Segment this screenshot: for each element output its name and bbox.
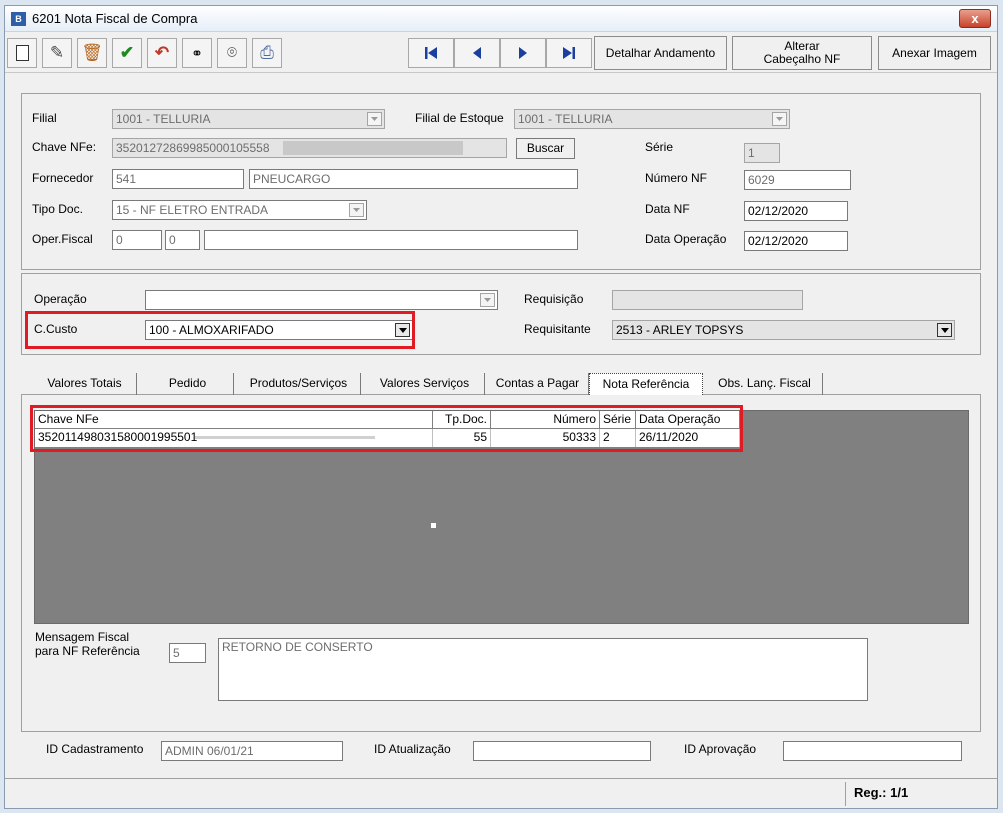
- next-record-button[interactable]: [500, 38, 546, 68]
- chave-nfe-value: 35201272869985000105558: [116, 141, 270, 155]
- delete-button[interactable]: 🗑: [77, 38, 107, 68]
- printer-icon: ⎙: [260, 43, 274, 62]
- close-button[interactable]: x: [959, 9, 991, 28]
- tab-pedido[interactable]: Pedido: [142, 373, 234, 395]
- new-document-icon: [15, 45, 29, 61]
- mensagem-label-line1: Mensagem Fiscal: [35, 630, 130, 644]
- tab-produtos-servicos[interactable]: Produtos/Serviços: [237, 373, 361, 395]
- filial-estoque-combo[interactable]: 1001 - TELLURIA: [514, 109, 790, 129]
- oper-fiscal-description-field[interactable]: [204, 230, 578, 250]
- mensagem-label-line2: para NF Referência: [35, 644, 140, 658]
- chevron-down-icon[interactable]: [480, 293, 495, 307]
- search-button[interactable]: ⚭: [182, 38, 212, 68]
- undo-arrow-icon: ↶: [154, 43, 170, 62]
- funnel-icon: ⌾: [226, 43, 238, 62]
- chevron-down-icon[interactable]: [367, 112, 382, 126]
- toolbar: ✎ 🗑 ✔ ↶ ⚭ ⌾ ⎙ Detalhar Andamento Alterar…: [5, 33, 997, 73]
- numero-nf-label: Número NF: [645, 171, 708, 185]
- chave-nfe-label: Chave NFe:: [32, 140, 97, 154]
- last-record-button[interactable]: [546, 38, 592, 68]
- chevron-down-icon[interactable]: [937, 323, 952, 337]
- oper-fiscal-label: Oper.Fiscal: [32, 232, 93, 246]
- mensagem-text-area[interactable]: RETORNO DE CONSERTO: [218, 638, 868, 701]
- filial-label: Filial: [32, 111, 57, 125]
- last-record-icon: [563, 47, 575, 59]
- chave-nfe-field[interactable]: 35201272869985000105558: [112, 138, 507, 158]
- alterar-cabecalho-button[interactable]: Alterar Cabeçalho NF: [732, 36, 872, 70]
- numero-nf-field[interactable]: 6029: [744, 170, 851, 190]
- previous-record-icon: [473, 47, 481, 59]
- requisicao-field[interactable]: [612, 290, 803, 310]
- filial-estoque-value: 1001 - TELLURIA: [518, 112, 613, 126]
- tipo-doc-value: 15 - NF ELETRO ENTRADA: [116, 203, 269, 217]
- highlight-ccusto: [25, 311, 415, 349]
- detalhar-andamento-button[interactable]: Detalhar Andamento: [594, 36, 727, 70]
- new-document-button[interactable]: [7, 38, 37, 68]
- data-nf-label: Data NF: [645, 202, 690, 216]
- status-bar: Reg.: 1/1: [5, 778, 997, 808]
- chevron-down-icon[interactable]: [349, 203, 364, 217]
- pen-icon: ✎: [49, 43, 65, 62]
- id-aprovacao-label: ID Aprovação: [684, 742, 757, 756]
- oper-fiscal-field-b[interactable]: 0: [165, 230, 200, 250]
- trash-icon: 🗑: [81, 43, 103, 62]
- mensagem-code-field[interactable]: 5: [169, 643, 206, 663]
- app-icon: B: [11, 12, 26, 26]
- data-nf-field[interactable]: 02/12/2020: [744, 201, 848, 221]
- tab-valores-servicos[interactable]: Valores Serviços: [365, 373, 485, 395]
- fornecedor-name-field[interactable]: PNEUCARGO: [249, 169, 578, 189]
- tab-valores-totais[interactable]: Valores Totais: [33, 373, 137, 395]
- confirm-button[interactable]: ✔: [112, 38, 142, 68]
- next-record-icon: [519, 47, 527, 59]
- tab-contas-a-pagar[interactable]: Contas a Pagar: [487, 373, 589, 395]
- id-cadastramento-label: ID Cadastramento: [46, 742, 144, 756]
- anexar-imagem-button[interactable]: Anexar Imagem: [878, 36, 991, 70]
- filter-button[interactable]: ⌾: [217, 38, 247, 68]
- redaction-bar: [283, 141, 463, 155]
- filial-combo[interactable]: 1001 - TELLURIA: [112, 109, 385, 129]
- id-cadastramento-field[interactable]: ADMIN 06/01/21: [161, 741, 343, 761]
- id-atualizacao-label: ID Atualização: [374, 742, 451, 756]
- previous-record-button[interactable]: [454, 38, 500, 68]
- binoculars-icon: ⚭: [191, 44, 203, 61]
- window-title: 6201 Nota Fiscal de Compra: [32, 11, 198, 26]
- serie-field[interactable]: 1: [744, 143, 780, 163]
- data-operacao-field[interactable]: 02/12/2020: [744, 231, 848, 251]
- alterar-label-line2: Cabeçalho NF: [763, 52, 841, 66]
- operacao-combo[interactable]: [145, 290, 498, 310]
- chevron-down-icon[interactable]: [772, 112, 787, 126]
- grid-cursor-dot: [431, 523, 436, 528]
- operacao-label: Operação: [34, 292, 87, 306]
- checkmark-icon: ✔: [119, 43, 135, 62]
- edit-button[interactable]: ✎: [42, 38, 72, 68]
- requisitante-label: Requisitante: [524, 322, 591, 336]
- data-operacao-label: Data Operação: [645, 232, 727, 246]
- title-bar: B 6201 Nota Fiscal de Compra x: [5, 6, 997, 32]
- highlight-grid-row: [30, 405, 743, 452]
- buscar-button[interactable]: Buscar: [516, 138, 575, 159]
- fornecedor-code-field[interactable]: 541: [112, 169, 244, 189]
- requisitante-value: 2513 - ARLEY TOPSYS: [616, 323, 744, 337]
- requisicao-label: Requisição: [524, 292, 584, 306]
- id-atualizacao-field[interactable]: [473, 741, 651, 761]
- print-button[interactable]: ⎙: [252, 38, 282, 68]
- oper-fiscal-field-a[interactable]: 0: [112, 230, 162, 250]
- tipo-doc-combo[interactable]: 15 - NF ELETRO ENTRADA: [112, 200, 367, 220]
- mensagem-fiscal-label: Mensagem Fiscal para NF Referência: [35, 630, 140, 658]
- id-aprovacao-field[interactable]: [783, 741, 962, 761]
- filial-value: 1001 - TELLURIA: [116, 112, 211, 126]
- tab-obs-lanc-fiscal[interactable]: Obs. Lanç. Fiscal: [707, 373, 823, 395]
- tab-nota-referencia[interactable]: Nota Referência: [589, 373, 703, 395]
- fornecedor-label: Fornecedor: [32, 171, 94, 185]
- undo-button[interactable]: ↶: [147, 38, 177, 68]
- first-record-icon: [425, 47, 437, 59]
- serie-label: Série: [645, 140, 674, 154]
- main-window: B 6201 Nota Fiscal de Compra x ✎ 🗑 ✔ ↶ ⚭…: [4, 5, 998, 809]
- first-record-button[interactable]: [408, 38, 454, 68]
- requisitante-combo[interactable]: 2513 - ARLEY TOPSYS: [612, 320, 955, 340]
- filial-estoque-label: Filial de Estoque: [415, 111, 504, 125]
- record-counter: Reg.: 1/1: [845, 782, 993, 806]
- tipo-doc-label: Tipo Doc.: [32, 202, 83, 216]
